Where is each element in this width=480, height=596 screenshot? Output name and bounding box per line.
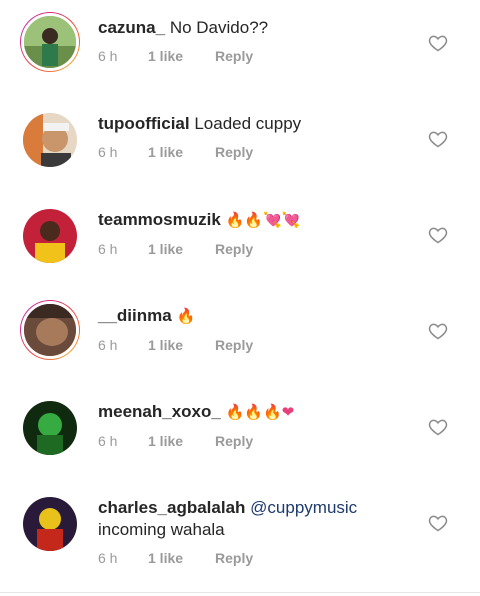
avatar[interactable] [20,398,80,458]
avatar[interactable] [20,494,80,554]
heart-outline-icon[interactable] [428,129,448,149]
reply-button[interactable]: Reply [215,433,253,449]
fire-emoji: 🔥 [244,212,263,229]
comment-username[interactable]: tupoofficial [98,114,190,133]
heart-outline-icon[interactable] [428,225,448,245]
reply-button[interactable]: Reply [215,337,253,353]
comment-likes[interactable]: 1 like [148,337,215,353]
avatar-story-ring[interactable] [20,12,80,72]
fire-emoji: 🔥 [244,404,263,421]
comment-time: 6 h [98,241,118,257]
comment-likes[interactable]: 1 like [148,48,215,64]
comment-text: No Davido?? [169,18,269,37]
heart-outline-icon[interactable] [428,417,448,437]
comment-username[interactable]: __diinma [98,306,172,325]
fire-emoji: 🔥 [225,212,245,229]
comment-likes[interactable]: 1 like [148,550,215,566]
divider [0,592,480,593]
heart-outline-icon[interactable] [428,33,448,53]
reply-button[interactable]: Reply [215,550,253,566]
heart-outline-icon[interactable] [428,513,448,533]
comment-text: Loaded cuppy [194,114,302,133]
comment-username[interactable]: cazuna_ [98,18,165,37]
mention-link[interactable]: @cuppymusic [250,498,357,517]
comment-username[interactable]: charles_agbalalah [98,498,245,517]
comment-username[interactable]: meenah_xoxo_ [98,402,221,421]
comment-likes[interactable]: 1 like [148,144,215,160]
pink-heart-emoji: ❤ [281,404,295,421]
comment-text: incoming wahala [98,520,225,539]
comment-likes[interactable]: 1 like [148,241,215,257]
comment-time: 6 h [98,48,118,64]
fire-emoji: 🔥 [262,404,282,421]
avatar-story-ring[interactable] [20,300,80,360]
fire-emoji: 🔥 [225,404,245,421]
avatar[interactable] [20,206,80,266]
reply-button[interactable]: Reply [215,144,253,160]
avatar [21,301,79,359]
comment-time: 6 h [98,337,118,353]
fire-emoji: 🔥 [176,308,196,325]
avatar [21,13,79,71]
comment-likes[interactable]: 1 like [148,433,215,449]
heart-arrow-emoji: 💘 [262,212,282,229]
comment-username[interactable]: teammosmuzik [98,210,221,229]
comment-time: 6 h [98,144,118,160]
avatar[interactable] [20,110,80,170]
reply-button[interactable]: Reply [215,241,253,257]
reply-button[interactable]: Reply [215,48,253,64]
heart-arrow-emoji: 💘 [281,212,301,229]
heart-outline-icon[interactable] [428,321,448,341]
comment-time: 6 h [98,550,118,566]
comment-time: 6 h [98,433,118,449]
